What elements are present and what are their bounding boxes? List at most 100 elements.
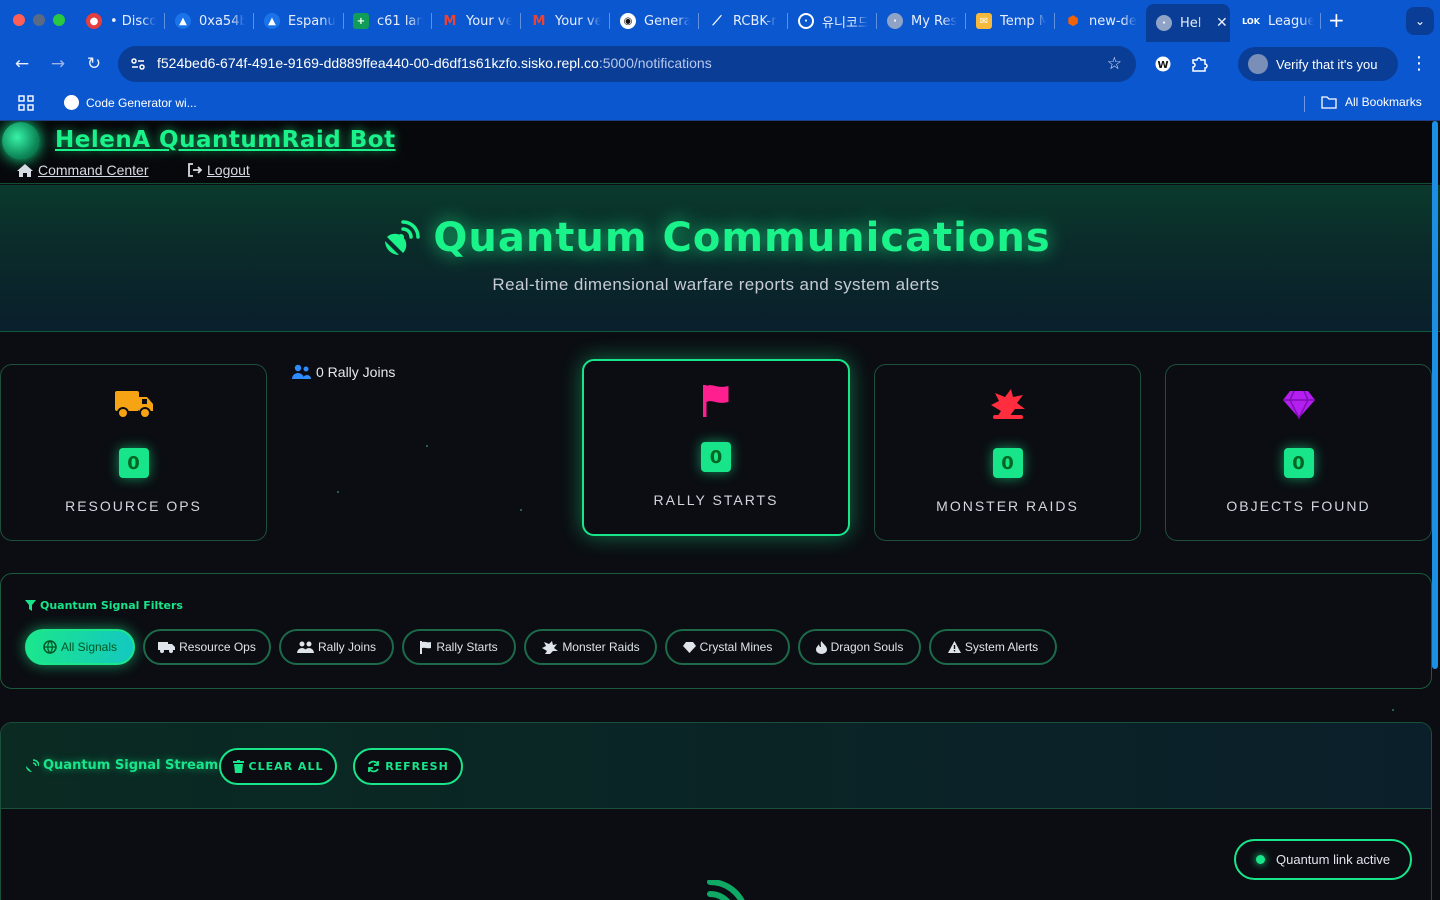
- resource-ops-count: 0: [118, 448, 149, 478]
- browser-tab[interactable]: LOK League: [1242, 6, 1314, 36]
- browser-tab[interactable]: ⟋ RCBK-r: [709, 6, 779, 36]
- status-dot: [1256, 855, 1265, 864]
- filter-system-alerts[interactable]: System Alerts: [929, 629, 1057, 665]
- browser-tab[interactable]: · 유니코드: [798, 6, 868, 36]
- page-viewport: HelenA QuantumRaid Bot Command Center Lo…: [0, 121, 1440, 900]
- lok-icon: LOK: [1242, 16, 1260, 26]
- status-label: Quantum link active: [1276, 852, 1391, 867]
- warning-icon: [947, 641, 961, 653]
- tab-title: 유니코드: [822, 15, 868, 31]
- filter-rally-joins[interactable]: Rally Joins: [279, 629, 394, 665]
- brand-logo[interactable]: [2, 122, 40, 160]
- reload-button[interactable]: ↻: [82, 52, 106, 76]
- all-bookmarks-button[interactable]: All Bookmarks: [1321, 95, 1422, 109]
- trash-icon: [232, 760, 244, 773]
- tab-title: My Res: [911, 13, 957, 29]
- drive-icon: ▲: [264, 13, 280, 29]
- filter-dragon-souls[interactable]: Dragon Souls: [798, 629, 921, 665]
- globe-icon: ·: [798, 13, 814, 29]
- refresh-button[interactable]: REFRESH: [353, 748, 463, 785]
- extensions-puzzle-icon[interactable]: [1188, 53, 1210, 75]
- site-info-icon[interactable]: [130, 56, 146, 72]
- browser-tab[interactable]: ◉ Genera: [620, 6, 690, 36]
- users-icon: [296, 641, 314, 653]
- brand-link[interactable]: HelenA QuantumRaid Bot: [55, 127, 396, 153]
- browser-tab[interactable]: · My Res: [887, 6, 957, 36]
- command-center-link[interactable]: Command Center: [16, 162, 149, 178]
- discord-icon: ●: [86, 13, 102, 29]
- browser-tab-active[interactable]: · Hel ✕: [1146, 4, 1230, 42]
- monster-raids-count: 0: [992, 448, 1023, 478]
- back-button[interactable]: ←: [10, 52, 34, 76]
- forward-button[interactable]: →: [46, 52, 70, 76]
- satellite-dish-icon: [707, 880, 745, 900]
- browser-menu-icon[interactable]: ⋮: [1410, 53, 1428, 74]
- browser-tab[interactable]: ✉ Temp M: [976, 6, 1046, 36]
- extension-w-icon[interactable]: W: [1152, 53, 1174, 75]
- gem-icon: [1282, 390, 1315, 420]
- browser-tab-strip: ● • Disco ▲ 0xa54b ▲ Espanu + c61 lan M …: [0, 0, 1440, 42]
- bookmark-label: Code Generator wi...: [86, 95, 197, 110]
- page-scrollbar[interactable]: [1432, 121, 1438, 669]
- browser-tab[interactable]: M Your ve: [442, 6, 512, 36]
- tab-title: League: [1268, 13, 1314, 29]
- url-text: f524bed6-674f-491e-9169-dd889ffea440-00-…: [157, 55, 712, 71]
- filter-resource-ops[interactable]: Resource Ops: [143, 629, 271, 665]
- github-icon: ◉: [620, 13, 636, 29]
- gem-icon: [682, 641, 696, 653]
- logout-link[interactable]: Logout: [187, 162, 250, 178]
- users-icon: [292, 364, 311, 379]
- verify-label: Verify that it's you: [1276, 56, 1378, 72]
- bookmark-item[interactable]: Code Generator wi...: [64, 95, 197, 110]
- stream-title: Quantum Signal Stream: [25, 758, 218, 773]
- minimize-window-button[interactable]: [33, 14, 45, 26]
- replit-icon: ⬢: [1067, 13, 1079, 29]
- tab-title: Your ve: [466, 13, 512, 29]
- filter-monster-raids[interactable]: Monster Raids: [524, 629, 657, 665]
- truck-icon: [158, 642, 176, 653]
- tab-title: Temp M: [1000, 13, 1046, 29]
- avatar: [1248, 54, 1268, 74]
- address-bar[interactable]: f524bed6-674f-491e-9169-dd889ffea440-00-…: [118, 46, 1136, 82]
- resource-ops-label: RESOURCE OPS: [65, 498, 202, 514]
- address-toolbar: ← → ↻ f524bed6-674f-491e-9169-dd889ffea4…: [0, 42, 1440, 86]
- browser-tab[interactable]: + c61 lan: [353, 6, 423, 36]
- dragon-icon: [542, 640, 559, 654]
- verify-profile-button[interactable]: Verify that it's you: [1238, 47, 1398, 81]
- filter-crystal-mines[interactable]: Crystal Mines: [665, 629, 790, 665]
- apps-grid-icon[interactable]: [18, 95, 34, 111]
- maximize-window-button[interactable]: [53, 14, 65, 26]
- rally-joins-text: 0 Rally Joins: [316, 364, 396, 380]
- flag-icon: [420, 640, 432, 654]
- monster-raids-label: MONSTER RAIDS: [936, 498, 1079, 514]
- filter-all-signals[interactable]: All Signals: [25, 629, 135, 665]
- tab-title: • Disco: [110, 13, 156, 29]
- new-tab-button[interactable]: +: [1328, 10, 1345, 30]
- browser-tab[interactable]: ▲ 0xa54b: [175, 6, 245, 36]
- browser-tab[interactable]: M Your ve: [531, 6, 601, 36]
- close-tab-icon[interactable]: ✕: [1216, 15, 1228, 31]
- close-window-button[interactable]: [13, 14, 25, 26]
- stream-header: Quantum Signal Stream CLEAR ALL REFRESH: [1, 723, 1431, 809]
- tab-search-button[interactable]: ⌄: [1406, 7, 1434, 35]
- flag-icon: [703, 385, 729, 417]
- globe-icon: ·: [887, 13, 903, 29]
- browser-tab[interactable]: ▲ Espanu: [264, 6, 336, 36]
- resource-ops-card: 0 RESOURCE OPS: [0, 364, 267, 541]
- fire-icon: [815, 640, 827, 654]
- globe-icon: [43, 640, 57, 654]
- bookmark-star-icon[interactable]: ☆: [1107, 54, 1122, 74]
- tab-title: RCBK-r: [733, 13, 777, 29]
- tab-title: Espanu: [288, 13, 336, 29]
- clear-all-button[interactable]: CLEAR ALL: [219, 748, 337, 785]
- filter-rally-starts[interactable]: Rally Starts: [402, 629, 516, 665]
- browser-tab[interactable]: ● • Disco: [86, 6, 156, 36]
- browser-tab[interactable]: ⬢ new-de: [1065, 6, 1137, 36]
- openai-icon: [64, 95, 79, 110]
- tab-title: new-de: [1089, 13, 1137, 29]
- sheets-icon: +: [353, 13, 369, 29]
- page-title: Quantum Communications: [0, 215, 1432, 261]
- home-icon: [17, 163, 33, 177]
- rally-joins-stat: 0 Rally Joins: [291, 364, 395, 380]
- svg-text:W: W: [1157, 60, 1168, 71]
